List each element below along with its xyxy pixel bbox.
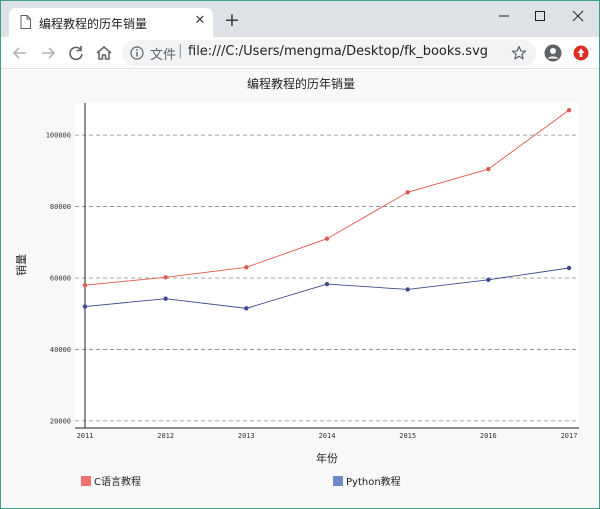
x-tick-label: 2017 [561,432,578,440]
star-icon[interactable] [511,45,527,61]
y-tick-label: 80000 [50,203,71,211]
data-point [405,190,410,195]
account-icon[interactable] [544,44,562,62]
y-axis-label: 销量 [14,254,28,276]
x-tick-label: 2016 [480,432,497,440]
data-point [244,306,249,311]
data-point [324,236,330,241]
plot-area [75,103,579,428]
data-point [405,287,410,292]
page-content: 编程教程的历年销量 20000 40000 60000 80000 100000 2011… [1,70,599,508]
info-icon[interactable] [130,46,144,60]
x-tick-label: 2013 [238,432,255,440]
data-point [163,296,168,301]
maximize-icon[interactable] [525,5,555,27]
y-tick-label: 20000 [50,417,71,425]
url-scheme-label: 文件 [150,48,177,63]
url-text[interactable]: file:///C:/Users/mengma/Desktop/fk_books… [188,44,488,59]
minimize-icon[interactable] [489,5,519,27]
y-tick-label: 40000 [50,346,71,354]
x-tick-label: 2011 [77,432,94,440]
y-tick-label: 100000 [46,132,71,140]
browser-window: 编程教程的历年销量 ✕ + 文件 | file:///C:/Users/meng… [0,0,600,509]
legend-label: Python教程 [346,475,401,488]
data-point [566,107,572,113]
extension-icon[interactable] [573,45,589,61]
data-point [486,166,491,172]
data-point [163,275,168,280]
forward-icon[interactable] [37,42,59,64]
data-point [566,265,572,271]
url-separator: | [178,43,183,59]
x-tick-label: 2015 [399,432,416,440]
data-point [82,282,88,288]
data-point [82,304,88,309]
reload-icon[interactable] [65,42,87,64]
line-chart: 编程教程的历年销量 20000 40000 60000 80000 100000 2011… [14,76,579,488]
legend-swatch [81,476,91,486]
close-icon[interactable]: ✕ [192,13,208,29]
legend-label: C语言教程 [94,475,141,488]
data-point [486,277,491,282]
back-icon[interactable] [9,42,31,64]
plus-icon[interactable]: + [223,11,241,30]
address-bar[interactable]: 文件 | file:///C:/Users/mengma/Desktop/fk_… [122,40,536,66]
x-tick-label: 2014 [319,432,336,440]
toolbar: 文件 | file:///C:/Users/mengma/Desktop/fk_… [1,37,599,69]
data-point [244,265,249,270]
chart-title: 编程教程的历年销量 [247,76,355,91]
browser-tab[interactable]: 编程教程的历年销量 ✕ [9,8,213,37]
x-tick-label: 2012 [157,432,174,440]
x-axis-label: 年份 [316,451,338,465]
y-tick-label: 60000 [50,275,71,283]
home-icon[interactable] [93,42,115,64]
data-point [324,281,330,287]
window-close-icon[interactable] [563,5,593,27]
page-icon [20,15,31,29]
tab-title: 编程教程的历年销量 [39,17,148,31]
legend-swatch [333,476,343,486]
tab-strip: 编程教程的历年销量 ✕ + [1,1,599,37]
